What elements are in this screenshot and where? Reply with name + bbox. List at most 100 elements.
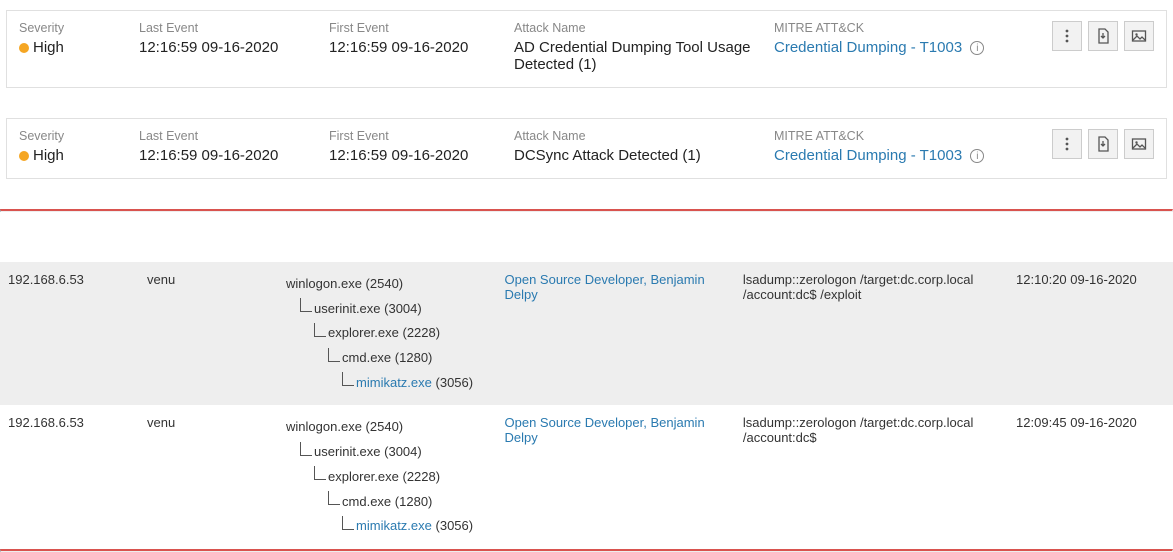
label-first-event: First Event [329,21,494,35]
cell-signer: Open Source Developer, Benjamin Delpy [505,415,743,445]
cell-command: lsadump::zerologon /target:dc.corp.local… [743,415,1016,445]
label-mitre: MITRE ATT&CK [774,129,994,143]
field-last-event: Last Event 12:16:59 09-16-2020 [139,21,329,73]
label-attack-name: Attack Name [514,129,754,143]
field-first-event: First Event 12:16:59 09-16-2020 [329,21,514,73]
process-node: cmd.exe (1280) [286,490,504,515]
process-node: mimikatz.exe (3056) [286,514,504,539]
alert-card: Severity High Last Event 12:16:59 09-16-… [6,118,1167,179]
process-name: cmd.exe [342,350,391,365]
tree-connector-icon [328,348,340,362]
field-severity: Severity High [19,129,139,164]
label-severity: Severity [19,129,119,143]
signer-link[interactable]: Open Source Developer, Benjamin Delpy [505,415,705,445]
process-node: userinit.exe (3004) [286,440,504,465]
alert-card: Severity High Last Event 12:16:59 09-16-… [6,10,1167,88]
process-pid: (2228) [402,325,440,340]
value-attack-name: AD Credential Dumping Tool Usage Detecte… [514,39,754,73]
tree-connector-icon [300,442,312,456]
field-last-event: Last Event 12:16:59 09-16-2020 [139,129,329,164]
field-severity: Severity High [19,21,139,73]
detail-row: 192.168.6.53venuwinlogon.exe (2540)useri… [0,262,1173,405]
cell-signer: Open Source Developer, Benjamin Delpy [505,272,743,302]
cell-process-tree: winlogon.exe (2540)userinit.exe (3004)ex… [286,272,504,395]
process-pid: (3004) [384,301,422,316]
mitre-link[interactable]: Credential Dumping - T1003 [774,147,962,164]
cell-process-tree: winlogon.exe (2540)userinit.exe (3004)ex… [286,415,504,538]
more-options-button[interactable] [1052,21,1082,51]
process-node: explorer.exe (2228) [286,465,504,490]
process-node: winlogon.exe (2540) [286,272,504,297]
alert-fields: Severity High Last Event 12:16:59 09-16-… [19,129,1052,164]
process-pid: (3056) [436,375,474,390]
image-icon [1131,28,1147,44]
document-icon [1095,28,1111,44]
field-mitre: MITRE ATT&CK Credential Dumping - T1003 … [774,21,1014,73]
kebab-icon [1059,136,1075,152]
value-last-event: 12:16:59 09-16-2020 [139,39,309,56]
export-button[interactable] [1088,129,1118,159]
field-attack-name: Attack Name AD Credential Dumping Tool U… [514,21,774,73]
process-pid: (2540) [366,419,404,434]
severity-dot-icon [19,151,29,161]
more-options-button[interactable] [1052,129,1082,159]
severity-text: High [33,39,64,56]
label-first-event: First Event [329,129,494,143]
cell-user: venu [147,415,286,430]
image-icon [1131,136,1147,152]
field-mitre: MITRE ATT&CK Credential Dumping - T1003 … [774,129,1014,164]
document-icon [1095,136,1111,152]
cell-ip: 192.168.6.53 [8,272,147,287]
process-link[interactable]: mimikatz.exe [356,518,432,533]
field-first-event: First Event 12:16:59 09-16-2020 [329,129,514,164]
process-node: explorer.exe (2228) [286,321,504,346]
value-mitre: Credential Dumping - T1003 i [774,147,994,164]
process-pid: (1280) [395,350,433,365]
alert-actions [1052,21,1154,51]
cell-time: 12:10:20 09-16-2020 [1016,272,1165,287]
label-severity: Severity [19,21,119,35]
process-name: winlogon.exe [286,276,362,291]
process-node: mimikatz.exe (3056) [286,371,504,396]
value-last-event: 12:16:59 09-16-2020 [139,147,309,164]
screenshot-button[interactable] [1124,129,1154,159]
label-last-event: Last Event [139,129,309,143]
mitre-link[interactable]: Credential Dumping - T1003 [774,39,962,56]
process-name: explorer.exe [328,325,399,340]
cell-time: 12:09:45 09-16-2020 [1016,415,1165,430]
process-name: userinit.exe [314,301,380,316]
value-severity: High [19,147,119,164]
details-table: 192.168.6.53venuwinlogon.exe (2540)useri… [0,262,1173,549]
signer-link[interactable]: Open Source Developer, Benjamin Delpy [505,272,705,302]
detail-row: 192.168.6.53venuwinlogon.exe (2540)useri… [0,405,1173,548]
process-link[interactable]: mimikatz.exe [356,375,432,390]
alert-actions [1052,129,1154,159]
info-icon[interactable]: i [970,149,984,163]
tree-connector-icon [314,323,326,337]
kebab-icon [1059,28,1075,44]
section-divider [0,549,1173,552]
tree-connector-icon [300,298,312,312]
screenshot-button[interactable] [1124,21,1154,51]
label-mitre: MITRE ATT&CK [774,21,994,35]
alert-fields: Severity High Last Event 12:16:59 09-16-… [19,21,1052,73]
process-name: userinit.exe [314,444,380,459]
process-node: userinit.exe (3004) [286,297,504,322]
process-pid: (2540) [366,276,404,291]
tree-connector-icon [314,466,326,480]
value-first-event: 12:16:59 09-16-2020 [329,39,494,56]
info-icon[interactable]: i [970,41,984,55]
value-severity: High [19,39,119,56]
tree-connector-icon [328,491,340,505]
process-node: cmd.exe (1280) [286,346,504,371]
process-node: winlogon.exe (2540) [286,415,504,440]
cell-command: lsadump::zerologon /target:dc.corp.local… [743,272,1016,302]
export-button[interactable] [1088,21,1118,51]
process-name: cmd.exe [342,494,391,509]
value-mitre: Credential Dumping - T1003 i [774,39,994,56]
tree-connector-icon [342,372,354,386]
process-pid: (2228) [402,469,440,484]
field-attack-name: Attack Name DCSync Attack Detected (1) [514,129,774,164]
value-attack-name: DCSync Attack Detected (1) [514,147,754,164]
process-pid: (1280) [395,494,433,509]
